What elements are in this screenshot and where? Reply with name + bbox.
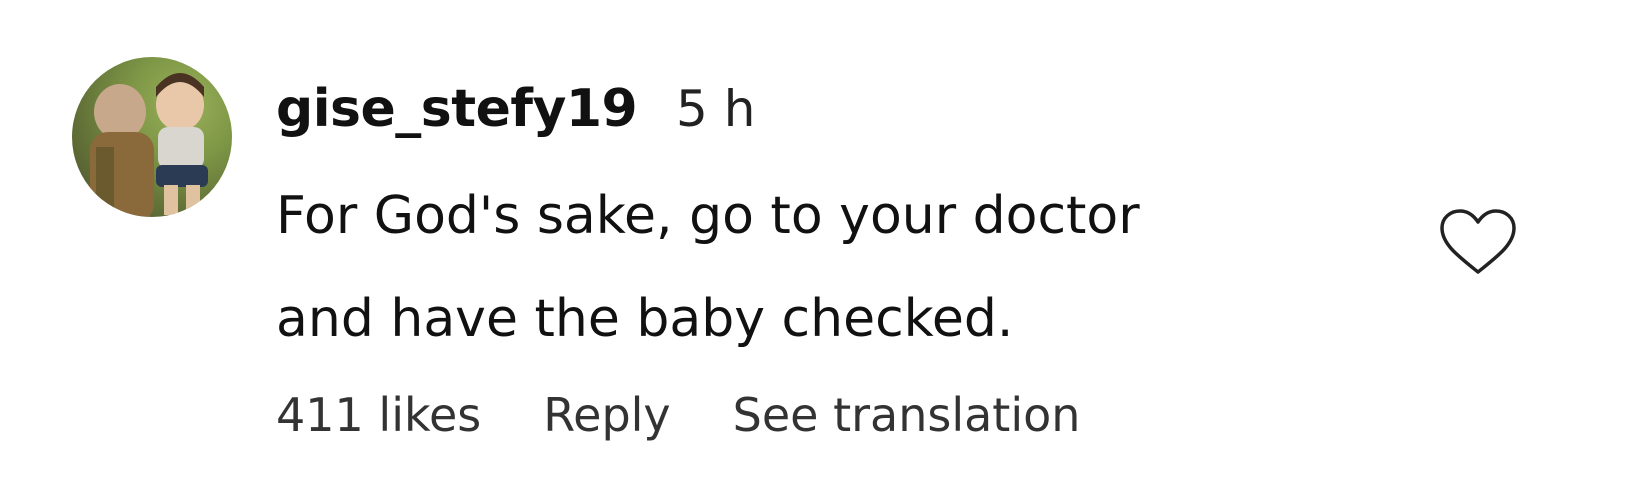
see-translation-button[interactable]: See translation <box>733 388 1081 442</box>
likes-count-link[interactable]: 411 likes <box>276 388 481 442</box>
comment-actions: 411 likes Reply See translation <box>276 385 1080 445</box>
like-button[interactable] <box>1438 208 1518 278</box>
heart-outline-icon <box>1440 209 1516 274</box>
comment-text-line-1: For God's sake, go to your doctor <box>276 186 1140 246</box>
comment-text-line-2: and have the baby checked. <box>276 289 1014 349</box>
comment-timestamp: 5 h <box>676 80 756 138</box>
comment-text: For God's sake, go to your doctor and ha… <box>276 165 1336 371</box>
comment-username[interactable]: gise_stefy19 <box>276 78 638 140</box>
reply-button[interactable]: Reply <box>543 388 670 442</box>
comment-item: gise_stefy19 5 h For God's sake, go to y… <box>0 0 1644 492</box>
avatar-image <box>90 73 208 217</box>
user-avatar[interactable] <box>72 57 232 217</box>
